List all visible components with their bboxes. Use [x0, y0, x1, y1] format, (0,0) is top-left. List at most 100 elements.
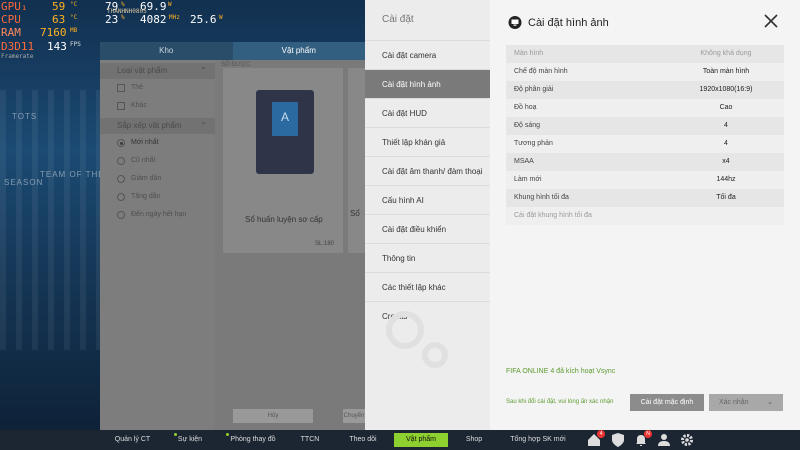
filter-option-card[interactable]: Thẻ	[100, 79, 215, 97]
setting-row-resolution[interactable]: Độ phân giải 1920x1080(16:9)	[506, 81, 784, 99]
setting-row-monitor: Màn hình Không khả dụng	[506, 45, 784, 63]
transfer-button[interactable]: Chuyển	[343, 409, 365, 423]
nav-label: Shop	[465, 436, 483, 443]
menu-item-other[interactable]: Các thiết lập khác	[365, 272, 490, 301]
tab-storage[interactable]: Kho	[100, 42, 233, 60]
radio-icon[interactable]	[117, 175, 125, 183]
setting-value[interactable]: Cao	[676, 99, 776, 117]
gpu-power-unit: W	[168, 1, 172, 8]
setting-row-brightness[interactable]: Độ sáng 4	[506, 117, 784, 135]
framerate-label: Framerate	[1, 53, 34, 60]
ram-unit: MB	[70, 27, 78, 34]
setting-value[interactable]: 144hz	[676, 171, 776, 189]
sort-option-expiry[interactable]: Đến ngày hết hạn	[100, 206, 215, 224]
setting-label: Độ phân giải	[514, 86, 554, 93]
menu-item-crowd[interactable]: Thiết lập khán giả	[365, 127, 490, 156]
setting-value[interactable]: x4	[676, 153, 776, 171]
setting-value[interactable]: Toàn màn hình	[676, 63, 776, 81]
setting-label: MSAA	[514, 158, 534, 165]
settings-table: Màn hình Không khả dụng Chế độ màn hình …	[506, 45, 784, 225]
menu-item-audio[interactable]: Cài đặt âm thanh/ đàm thoại	[365, 156, 490, 185]
menu-item-hud[interactable]: Cài đặt HUD	[365, 98, 490, 127]
confirm-button[interactable]: Xác nhận ⌄	[709, 394, 783, 411]
user-icon	[658, 434, 670, 446]
book-cover: A	[272, 102, 298, 136]
nav-label: Tổng hợp SK mới	[510, 436, 566, 443]
cancel-button[interactable]: Hủy	[233, 409, 313, 423]
nav-new-events-summary[interactable]: Tổng hợp SK mới	[509, 433, 567, 447]
radio-icon[interactable]	[117, 193, 125, 201]
training-book-image: A	[256, 90, 314, 174]
radio-icon[interactable]	[117, 157, 125, 165]
reset-default-button[interactable]: Cài đặt mặc định	[630, 394, 704, 411]
nav-ttcn[interactable]: TTCN	[296, 433, 324, 447]
nav-label: Phòng thay đồ	[230, 436, 276, 443]
radio-icon[interactable]	[117, 211, 125, 219]
fps-value: 143	[47, 40, 67, 53]
menu-item-graphics[interactable]: Cài đặt hình ảnh	[365, 69, 490, 98]
sort-option-ascending[interactable]: Tăng dần	[100, 188, 215, 206]
menu-item-info[interactable]: Thông tin	[365, 243, 490, 272]
background-stripes	[0, 90, 100, 350]
home-button[interactable]: 4	[586, 430, 605, 448]
setting-row-graphics[interactable]: Đồ hoạ Cao	[506, 99, 784, 117]
setting-row-refresh-rate[interactable]: Làm mới 144hz	[506, 171, 784, 189]
filter-option-other[interactable]: Khác	[100, 97, 215, 115]
close-icon[interactable]	[762, 12, 780, 30]
nav-label: Vật phẩm	[406, 436, 436, 443]
inventory-panel: Kho Vật phẩm Loại vật phẩm ⌃ Thẻ Khác Sắ…	[100, 42, 365, 430]
setting-label: Màn hình	[514, 50, 544, 57]
setting-value[interactable]: Tối đa	[676, 189, 776, 207]
setting-row-display-mode[interactable]: Chế độ màn hình Toàn màn hình	[506, 63, 784, 81]
background-text: TOTS	[12, 112, 38, 121]
sort-option-label: Cũ nhất	[131, 157, 156, 164]
radio-icon[interactable]	[117, 139, 125, 147]
cpu-clock: 4082	[140, 13, 167, 26]
menu-item-camera[interactable]: Cài đặt camera	[365, 40, 490, 69]
item-card[interactable]: Sổ	[348, 68, 365, 253]
setting-label: Độ sáng	[514, 122, 541, 129]
new-dot-icon	[226, 433, 230, 436]
nav-shop[interactable]: Shop	[461, 433, 487, 447]
notifications-button[interactable]: N	[633, 430, 652, 448]
sort-header[interactable]: Sắp xếp vật phẩm ⌃	[100, 118, 215, 134]
menu-item-ai[interactable]: Cấu hình AI	[365, 185, 490, 214]
ram-label: RAM	[1, 26, 21, 39]
cpu-usage: 23	[105, 13, 119, 26]
profile-button[interactable]	[656, 432, 672, 448]
sort-option-descending[interactable]: Giảm dần	[100, 170, 215, 188]
nav-items[interactable]: Vật phẩm	[394, 433, 448, 447]
setting-row-msaa[interactable]: MSAA x4	[506, 153, 784, 171]
setting-row-max-framerate[interactable]: Khung hình tối đa Tối đa	[506, 189, 784, 207]
checkbox-icon[interactable]	[117, 102, 125, 110]
setting-value[interactable]: 1920x1080(16:9)	[676, 81, 776, 99]
confirm-hint: Sau khi đổi cài đặt, vui lòng ấn xác nhậ…	[506, 399, 614, 405]
tab-items[interactable]: Vật phẩm	[232, 42, 365, 60]
setting-value[interactable]: 4	[676, 135, 776, 153]
new-dot-icon	[173, 433, 177, 436]
fps-unit: FPS	[70, 41, 81, 48]
setting-value[interactable]: 4	[676, 117, 776, 135]
nav-manage-team[interactable]: Quản lý CT	[110, 433, 155, 447]
checkbox-icon[interactable]	[117, 84, 125, 92]
cpu-usage-unit: %	[121, 14, 125, 21]
setting-label: Khung hình tối đa	[514, 194, 569, 201]
setting-row-contrast[interactable]: Tương phản 4	[506, 135, 784, 153]
cpu-power-unit: W	[219, 14, 223, 21]
filter-type-header[interactable]: Loại vật phẩm ⌃	[100, 63, 215, 79]
background-text: SEASON	[4, 178, 44, 187]
club-button[interactable]	[610, 432, 626, 448]
setting-label: Tương phản	[514, 140, 553, 147]
menu-item-controls[interactable]: Cài đặt điều khiển	[365, 214, 490, 243]
item-card[interactable]: A Sổ huấn luyện sơ cấp SL:180	[223, 68, 343, 253]
nav-follow[interactable]: Theo dõi	[345, 433, 381, 447]
home-badge: 4	[597, 430, 605, 438]
monitor-icon	[508, 16, 522, 29]
sort-option-newest[interactable]: Mới nhất	[100, 134, 215, 152]
sort-option-oldest[interactable]: Cũ nhất	[100, 152, 215, 170]
cpu-temp-unit: °C	[70, 14, 78, 21]
settings-button[interactable]	[679, 432, 695, 448]
item-card-name: Sổ	[350, 209, 360, 218]
nav-events[interactable]: Sự kiện	[170, 433, 206, 447]
nav-locker-room[interactable]: Phòng thay đồ	[226, 433, 276, 447]
